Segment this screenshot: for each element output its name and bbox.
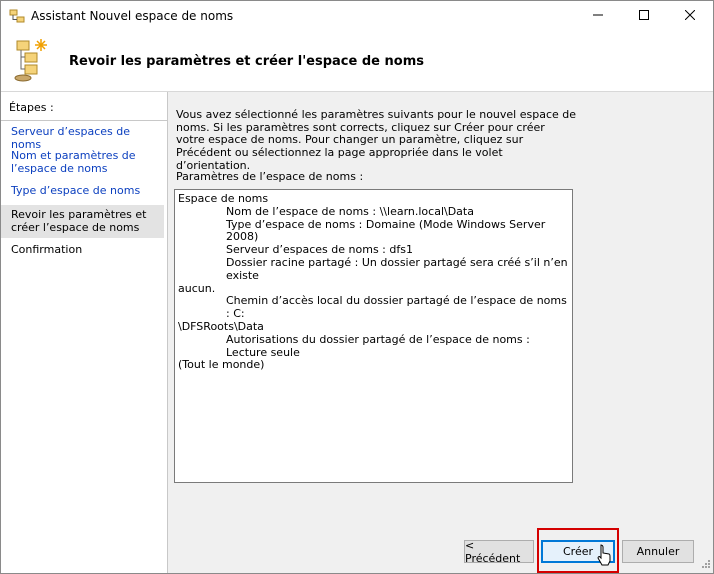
- params-textbox[interactable]: Espace de noms Nom de l’espace de noms :…: [174, 189, 573, 483]
- param-local-path: Chemin d’accès local du dossier partagé …: [226, 294, 567, 321]
- mouse-cursor-icon: [597, 544, 611, 566]
- close-button[interactable]: [667, 1, 713, 31]
- step-confirmation: Confirmation: [1, 243, 164, 256]
- steps-sidebar: Étapes : Serveur d’espaces de noms Nom e…: [1, 92, 167, 573]
- param-permissions-cont: (Tout le monde): [178, 358, 265, 372]
- intro-text: Vous avez sélectionné les paramètres sui…: [176, 108, 577, 172]
- step-label: Confirmation: [11, 243, 83, 256]
- resize-grip-icon[interactable]: [699, 559, 711, 571]
- step-review-settings[interactable]: Revoir les paramètres et créer l’espace …: [1, 205, 164, 238]
- close-icon: [684, 9, 696, 23]
- step-label: Revoir les paramètres et créer l’espace …: [11, 208, 147, 234]
- steps-heading: Étapes :: [1, 98, 167, 121]
- window-title: Assistant Nouvel espace de noms: [31, 9, 234, 23]
- wizard-window: Assistant Nouvel espace de noms Revoir l…: [0, 0, 714, 574]
- step-namespace-type[interactable]: Type d’espace de noms: [1, 184, 164, 197]
- maximize-icon: [639, 9, 649, 23]
- previous-button[interactable]: < Précédent: [464, 539, 534, 565]
- folder-tree-icon: [9, 8, 25, 24]
- step-namespace-server[interactable]: Serveur d’espaces de noms: [1, 125, 164, 151]
- step-label: Nom et paramètres de l’espace de noms: [11, 149, 136, 175]
- param-name: Nom de l’espace de noms : \\learn.local\…: [226, 204, 474, 218]
- param-root-folder: Dossier racine partagé : Un dossier part…: [226, 255, 568, 282]
- step-label: Type d’espace de noms: [11, 184, 141, 197]
- cancel-button[interactable]: Annuler: [622, 540, 694, 563]
- title-bar: Assistant Nouvel espace de noms: [1, 1, 713, 31]
- step-namespace-name[interactable]: Nom et paramètres de l’espace de noms: [1, 149, 164, 175]
- maximize-button[interactable]: [621, 1, 667, 31]
- param-type: Type d’espace de noms : Domaine (Mode Wi…: [226, 217, 546, 244]
- params-label: Paramètres de l’espace de noms :: [176, 170, 364, 183]
- params-heading: Espace de noms: [178, 192, 269, 205]
- namespace-wizard-icon: [11, 37, 51, 83]
- minimize-icon: [593, 10, 603, 23]
- param-local-path-cont: \DFSRoots\Data: [178, 319, 264, 333]
- step-label: Serveur d’espaces de noms: [11, 125, 131, 151]
- main-content: Vous avez sélectionné les paramètres sui…: [168, 92, 713, 573]
- param-permissions: Autorisations du dossier partagé de l’es…: [226, 332, 530, 359]
- steps-heading-label: Étapes :: [9, 101, 54, 114]
- page-title: Revoir les paramètres et créer l'espace …: [69, 54, 424, 69]
- wizard-header: Revoir les paramètres et créer l'espace …: [1, 31, 713, 92]
- minimize-button[interactable]: [575, 1, 621, 31]
